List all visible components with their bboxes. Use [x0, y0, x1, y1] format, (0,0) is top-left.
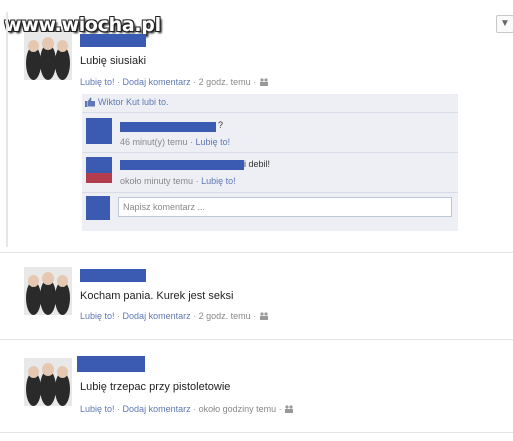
- comment-time[interactable]: około minuty temu: [120, 176, 193, 186]
- redacted-author-name[interactable]: [77, 356, 145, 372]
- post-text: Lubię trzepac przy pistoletowie: [80, 381, 231, 393]
- add-comment-link[interactable]: Dodaj komentarz: [123, 77, 191, 87]
- comment-meta: około minuty temu · Lubię to!: [120, 176, 236, 186]
- comment-like-link[interactable]: Lubię to!: [196, 137, 231, 147]
- likes-text[interactable]: Wiktor Kut lubi to.: [98, 97, 169, 107]
- comment-avatar[interactable]: [86, 118, 112, 144]
- friends-icon: [259, 78, 268, 86]
- post-actions: Lubię to! · Dodaj komentarz · 2 godz. te…: [80, 77, 269, 87]
- avatar[interactable]: [24, 32, 72, 80]
- comment-time[interactable]: 46 minut(y) temu: [120, 137, 188, 147]
- comment-like-link[interactable]: Lubię to!: [201, 176, 236, 186]
- like-link[interactable]: Lubię to!: [80, 77, 115, 87]
- post-time[interactable]: 2 godz. temu: [199, 77, 251, 87]
- post-text: Lubię siusiaki: [80, 55, 147, 67]
- comment-divider: [82, 192, 458, 193]
- comment-input[interactable]: Napisz komentarz ...: [118, 197, 452, 217]
- avatar[interactable]: [24, 267, 72, 315]
- friends-icon: [259, 312, 268, 320]
- add-comment-link[interactable]: Dodaj komentarz: [123, 311, 191, 321]
- post-time[interactable]: około godziny temu: [199, 404, 277, 414]
- likes-line: Wiktor Kut lubi to.: [85, 97, 169, 107]
- thumbs-up-icon: [85, 97, 95, 107]
- redacted-commenter-name[interactable]: [120, 160, 244, 170]
- my-avatar: [86, 196, 110, 220]
- comment-text: i debil!: [244, 159, 271, 169]
- like-link[interactable]: Lubię to!: [80, 404, 115, 414]
- comment-divider: [82, 112, 458, 113]
- post-1-border: [6, 12, 8, 247]
- redacted-commenter-name[interactable]: [120, 122, 216, 132]
- post-3: Lubię trzepac przy pistoletowie Lubię to…: [8, 346, 508, 426]
- friends-icon: [285, 405, 294, 413]
- post-time[interactable]: 2 godz. temu: [199, 311, 251, 321]
- comments-box: Wiktor Kut lubi to. ? 46 minut(y) temu ·…: [82, 94, 458, 231]
- avatar[interactable]: [24, 358, 72, 406]
- post-text: Kocham pania. Kurek jest seksi: [80, 290, 234, 302]
- post-separator: [0, 432, 513, 433]
- redacted-author-name[interactable]: [80, 269, 146, 282]
- comment-divider: [82, 152, 458, 153]
- like-link[interactable]: Lubię to!: [80, 311, 115, 321]
- redacted-author-name[interactable]: [80, 34, 146, 47]
- comment-meta: 46 minut(y) temu · Lubię to!: [120, 137, 231, 147]
- post-separator: [0, 339, 513, 340]
- post-actions: Lubię to! · Dodaj komentarz · 2 godz. te…: [80, 311, 269, 321]
- post-actions: Lubię to! · Dodaj komentarz · około godz…: [80, 404, 294, 414]
- post-separator: [0, 252, 513, 253]
- comment-avatar[interactable]: [86, 157, 112, 183]
- post-2: Kocham pania. Kurek jest seksi Lubię to!…: [8, 258, 508, 338]
- add-comment-link[interactable]: Dodaj komentarz: [123, 404, 191, 414]
- comment-text: ?: [218, 120, 224, 130]
